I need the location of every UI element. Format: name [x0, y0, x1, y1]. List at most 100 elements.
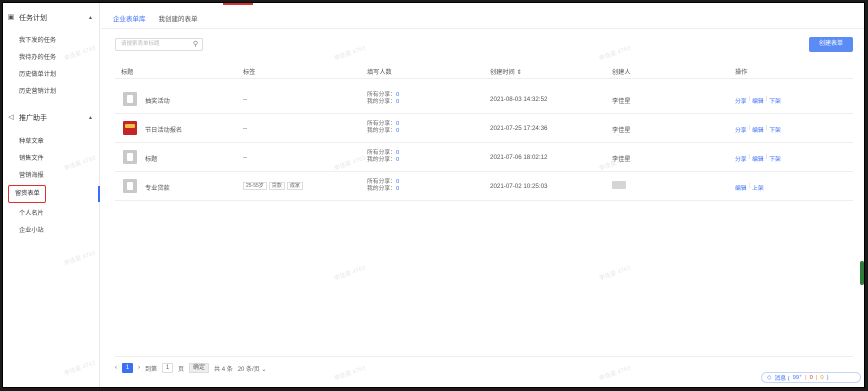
edit-link[interactable]: 编辑 — [752, 125, 764, 134]
search-placeholder: 请搜索表单标题 — [121, 41, 160, 47]
share-link[interactable]: 分享 — [735, 96, 747, 105]
creator-name: 李佳星 — [612, 98, 631, 105]
share-all-label: 所有分享： — [367, 150, 396, 156]
message-separator: | — [805, 374, 807, 381]
sort-icon[interactable]: ⇕ — [516, 69, 521, 76]
sidebar-item-my-todo-tasks[interactable]: 我待办的任务 — [19, 52, 89, 63]
unpublish-link[interactable]: 下架 — [769, 154, 781, 163]
share-all-count[interactable]: 0 — [396, 121, 399, 127]
tag-chip: 成家 — [286, 182, 303, 190]
share-all-label: 所有分享： — [367, 121, 396, 127]
megaphone-icon: ◁ — [8, 114, 14, 121]
next-page-icon[interactable]: › — [138, 365, 140, 371]
sidebar-section-label: 推广助手 — [19, 115, 47, 122]
form-tags: -- — [243, 125, 248, 132]
share-link[interactable]: 分享 — [735, 154, 747, 163]
page-scrollbar[interactable] — [860, 261, 864, 285]
page-size-select[interactable]: 20 条/页 ⌄ — [238, 364, 267, 373]
message-count-alert: 0 — [809, 374, 813, 381]
share-all-count[interactable]: 0 — [396, 92, 399, 98]
col-actions: 操作 — [735, 69, 748, 76]
col-created-time-label: 创建时间 — [490, 69, 515, 76]
sidebar: ▣ 任务计划 ▲ 我下发的任务 我待办的任务 历史做单计划 历史营销计划 ◁ 推… — [3, 3, 100, 387]
unpublish-link[interactable]: 下架 — [769, 125, 781, 134]
share-mine-label: 我的分享： — [367, 186, 396, 192]
share-all-count[interactable]: 0 — [396, 179, 399, 185]
publish-link[interactable]: 上架 — [752, 183, 764, 192]
create-form-button[interactable]: 创建表单 — [809, 37, 853, 52]
created-time: 2021-07-25 17:24:36 — [490, 125, 548, 132]
total-count: 共 4 条 — [214, 366, 233, 373]
tab-bar: 企业表单库 我创建的表单 — [113, 13, 198, 29]
active-item-indicator — [98, 186, 100, 202]
row-actions: 分享 | 编辑 | 下架 — [735, 125, 781, 134]
share-mine-count[interactable]: 0 — [396, 128, 399, 134]
share-mine-count[interactable]: 0 — [396, 186, 399, 192]
form-thumbnail-icon — [123, 179, 137, 193]
message-count-warning: 0 — [820, 374, 824, 381]
search-icon[interactable]: ⚲ — [193, 39, 198, 50]
form-thumbnail-icon — [123, 150, 137, 164]
page-number-current[interactable]: 1 — [122, 363, 133, 373]
form-title[interactable]: 抽奖活动 — [145, 96, 170, 105]
col-tags: 标签 — [243, 69, 256, 76]
message-icon: ◇ — [767, 374, 772, 381]
message-center-bar[interactable]: ◇ 消息 ( 99⁺ | 0 | 0 ) — [761, 372, 861, 383]
sidebar-item-history-marketing-plans[interactable]: 历史营销计划 — [19, 86, 89, 97]
share-mine-label: 我的分享： — [367, 128, 396, 134]
edit-link[interactable]: 编辑 — [735, 183, 747, 192]
goto-label: 到第 — [145, 366, 158, 373]
form-title[interactable]: 标题 — [145, 154, 157, 163]
chevron-up-icon: ▲ — [88, 115, 93, 121]
row-actions: 分享 | 编辑 | 下架 — [735, 96, 781, 105]
share-mine-count[interactable]: 0 — [396, 99, 399, 105]
sidebar-section-promo-assistant[interactable]: ◁ 推广助手 ▲ — [7, 111, 95, 125]
sidebar-item-posters[interactable]: 营销海报 — [19, 170, 89, 181]
edit-link[interactable]: 编辑 — [752, 96, 764, 105]
app-frame: ▣ 任务计划 ▲ 我下发的任务 我待办的任务 历史做单计划 历史营销计划 ◁ 推… — [2, 2, 865, 388]
page-size-value: 20 条/页 — [237, 366, 260, 373]
unpublish-link[interactable]: 下架 — [769, 96, 781, 105]
col-fill-count: 填写人数 — [367, 69, 392, 76]
share-counts: 所有分享：0 我的分享：0 — [367, 150, 399, 164]
table-row: 标题 -- 所有分享：0 我的分享：0 2021-07-06 18:02:12 … — [115, 143, 853, 172]
row-actions: 编辑 | 上架 — [735, 183, 764, 192]
form-title[interactable]: 专业贷款 — [145, 183, 170, 192]
active-item-highlight — [8, 185, 46, 203]
top-accent-mark — [223, 3, 253, 5]
sidebar-section-task-plan[interactable]: ▣ 任务计划 ▲ — [7, 11, 95, 25]
edit-link[interactable]: 编辑 — [752, 154, 764, 163]
share-mine-count[interactable]: 0 — [396, 157, 399, 163]
form-thumbnail-icon — [123, 92, 137, 106]
page-jump-input[interactable]: 1 — [162, 363, 174, 373]
prev-page-icon[interactable]: ‹ — [115, 365, 117, 371]
message-separator: | — [815, 374, 818, 381]
col-created-time[interactable]: 创建时间 ⇕ — [490, 67, 522, 76]
share-link[interactable]: 分享 — [735, 125, 747, 134]
share-all-count[interactable]: 0 — [396, 150, 399, 156]
tab-enterprise-forms[interactable]: 企业表单库 — [113, 13, 146, 29]
tab-my-forms[interactable]: 我创建的表单 — [159, 13, 198, 29]
search-input[interactable]: 请搜索表单标题 ⚲ — [115, 38, 203, 51]
share-all-label: 所有分享： — [367, 92, 396, 98]
created-time: 2021-07-06 18:02:12 — [490, 154, 548, 161]
calendar-icon: ▣ — [7, 14, 15, 21]
created-time: 2021-08-03 14:32:52 — [490, 96, 548, 103]
page-jump-confirm-button[interactable]: 确定 — [189, 363, 210, 373]
form-title[interactable]: 节日活动报名 — [145, 125, 182, 134]
share-mine-label: 我的分享： — [367, 99, 396, 105]
col-title: 标题 — [121, 69, 134, 76]
sidebar-item-history-order-plans[interactable]: 历史做单计划 — [19, 69, 89, 80]
message-count-unread: 99⁺ — [792, 374, 803, 381]
sidebar-item-articles[interactable]: 种草文章 — [19, 136, 89, 147]
creator-name: 李佳星 — [612, 127, 631, 134]
message-close-paren: ) — [826, 374, 829, 381]
sidebar-item-mini-site[interactable]: 企业小站 — [19, 225, 89, 236]
table-row: 专业贷款 25-55岁 贷款 成家 所有分享：0 我的分享：0 2021-07-02… — [115, 172, 853, 201]
sidebar-item-sales-files[interactable]: 销售文件 — [19, 153, 89, 164]
sidebar-item-my-issued-tasks[interactable]: 我下发的任务 — [19, 35, 89, 46]
table-row: 抽奖活动 -- 所有分享：0 我的分享：0 2021-08-03 14:32:5… — [115, 85, 853, 114]
tag-chip: 贷款 — [268, 182, 285, 190]
pager-divider — [115, 356, 853, 357]
sidebar-item-business-card[interactable]: 个人名片 — [19, 208, 89, 219]
